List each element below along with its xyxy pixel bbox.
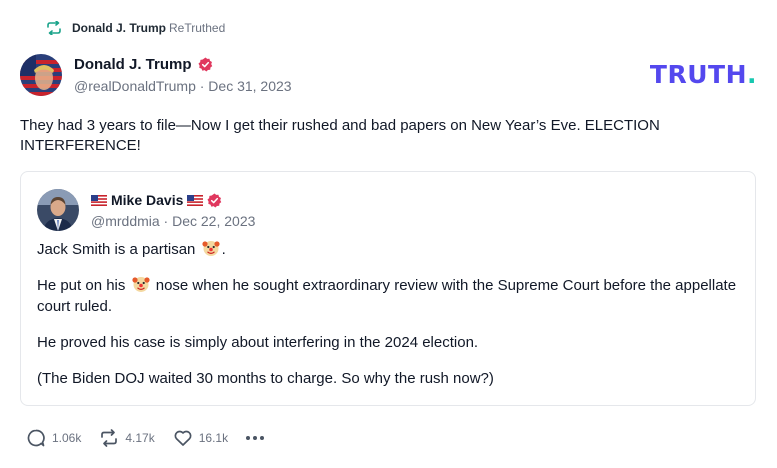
quote-avatar[interactable]	[37, 189, 79, 231]
heart-icon	[174, 430, 192, 446]
quote-body: Jack Smith is a partisan . He put on his…	[37, 239, 737, 404]
reply-icon	[27, 429, 45, 447]
dot	[246, 436, 251, 440]
reply-button[interactable]: 1.06k	[26, 428, 81, 448]
quote-paragraph: Jack Smith is a partisan .	[37, 239, 737, 260]
retruth-label: ReTruthed	[169, 21, 226, 35]
dot	[253, 436, 258, 440]
retruth-button[interactable]: 4.17k	[99, 428, 155, 448]
quote-paragraph: He proved his case is simply about inter…	[37, 334, 479, 351]
clown-face-icon	[201, 241, 220, 256]
post-text: They had 3 years to file—Now I get their…	[20, 117, 660, 154]
verified-badge-icon	[207, 192, 222, 208]
avatar[interactable]	[20, 54, 62, 96]
us-flag-icon	[187, 194, 204, 206]
retruth-icon	[47, 21, 61, 35]
logo-text: TRUTH	[649, 60, 747, 89]
quote-text: .	[221, 241, 226, 258]
clown-face-icon	[131, 277, 150, 292]
logo-dot: .	[747, 60, 757, 89]
quote-meta[interactable]: @mrddmia · Dec 22, 2023	[91, 213, 255, 229]
like-button[interactable]: 16.1k	[173, 428, 228, 448]
quote-author-name[interactable]: Mike Davis	[111, 192, 183, 208]
quote-paragraph: He put on his nose when he sought extrao…	[37, 275, 737, 317]
like-count: 16.1k	[198, 431, 229, 445]
more-options-icon[interactable]	[246, 436, 265, 440]
post-author: Donald J. Trump @realDonaldTrump · Dec 3…	[74, 55, 292, 95]
quote-author: Mike Davis @mrddmia · Dec 22, 2023	[91, 191, 255, 229]
quote-avatar-image	[37, 189, 79, 231]
author-name[interactable]: Donald J. Trump	[74, 56, 192, 73]
dot	[260, 436, 265, 440]
post-actions: 1.06k 4.17k 16.1k	[26, 428, 265, 448]
truth-logo: TRUTH.	[650, 60, 757, 89]
quoted-post[interactable]: Mike Davis @mrddmia · Dec 22, 2023 Jack …	[20, 171, 756, 406]
post-meta[interactable]: @realDonaldTrump · Dec 31, 2023	[74, 78, 292, 94]
quote-text: Jack Smith is a partisan	[37, 241, 200, 258]
retruth-count: 4.17k	[125, 431, 155, 445]
retruth-header: Donald J. Trump ReTruthed	[46, 19, 225, 37]
quote-text: He put on his	[37, 277, 130, 294]
verified-badge-icon	[197, 56, 212, 72]
retruth-user-name[interactable]: Donald J. Trump	[72, 21, 166, 35]
us-flag-icon	[91, 194, 107, 206]
reply-count: 1.06k	[52, 431, 82, 445]
quote-paragraph: (The Biden DOJ waited 30 months to charg…	[37, 370, 494, 387]
avatar-image	[20, 54, 62, 96]
retruth-icon	[101, 429, 118, 447]
